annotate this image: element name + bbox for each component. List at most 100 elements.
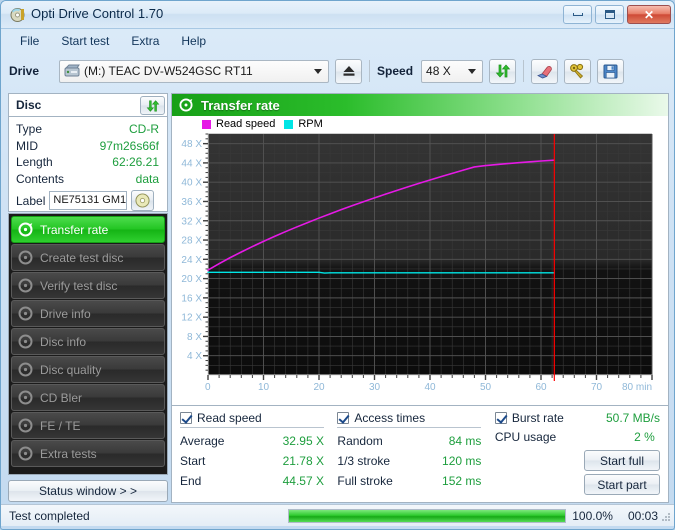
chevron-down-icon[interactable]: [464, 61, 480, 82]
svg-text:4 X: 4 X: [187, 351, 202, 362]
sidebar-item-label: Disc quality: [40, 362, 102, 377]
disc-panel-header: Disc: [8, 93, 168, 117]
progress-percent: 100.0%: [572, 508, 613, 523]
minimize-button[interactable]: [563, 5, 592, 24]
save-button[interactable]: [597, 58, 625, 84]
eraser-icon: [536, 64, 553, 79]
speed-value: 48 X: [426, 64, 451, 78]
end-label: End: [180, 474, 202, 488]
menu-item-help[interactable]: Help: [172, 31, 215, 51]
disc-type-value: CD-R: [129, 122, 159, 136]
eject-button[interactable]: [335, 58, 363, 84]
refresh-icon: [495, 63, 511, 79]
status-message: Test completed: [9, 508, 90, 523]
svg-text:20 X: 20 X: [181, 274, 202, 285]
start-part-button[interactable]: Start part: [584, 474, 660, 495]
refresh-speed-button[interactable]: [489, 58, 517, 84]
status-bar: Test completed 100.0% 00:03: [1, 504, 674, 526]
cpu-usage-label: CPU usage: [494, 430, 557, 444]
drive-label: Drive: [9, 64, 40, 78]
disc-refresh-button[interactable]: [140, 96, 165, 115]
access-times-header: Access times: [337, 411, 494, 425]
resize-grip-icon[interactable]: [660, 511, 672, 523]
chevron-down-icon[interactable]: [310, 61, 326, 82]
sidebar-item-verify-test-disc[interactable]: Verify test disc: [11, 272, 165, 299]
cd-icon: [135, 193, 150, 208]
chart-header: Transfer rate: [172, 94, 668, 116]
menu-item-file[interactable]: File: [11, 31, 48, 51]
close-button[interactable]: ✕: [627, 5, 671, 24]
menu-item-extra[interactable]: Extra: [122, 31, 168, 51]
result-row-average: Average 32.95 X: [180, 431, 324, 451]
disc-label-button[interactable]: [131, 190, 155, 211]
drive-value: (M:) TEAC DV-W524GSC RT11: [84, 64, 253, 78]
refresh-icon: [146, 99, 160, 113]
svg-text:20: 20: [313, 382, 325, 393]
svg-text:36 X: 36 X: [181, 197, 202, 208]
divider: [337, 427, 482, 428]
burst-rate-checkbox[interactable]: [494, 412, 507, 424]
chart-panel: Transfer rate Read speed RPM 4 X 8 X 12 X 1…: [171, 93, 669, 405]
result-row-full-stroke: Full stroke 152 ms: [337, 471, 481, 491]
title-bar: Opti Drive Control 1.70 ✕: [1, 1, 674, 29]
drive-icon: [64, 64, 80, 78]
close-icon: ✕: [643, 7, 655, 22]
disc-info-panel: Type CD-R MID 97m26s66f Length 62:26.21 …: [8, 117, 168, 212]
window-controls: ✕: [563, 5, 671, 24]
svg-text:80 min: 80 min: [622, 382, 652, 393]
read-speed-checkbox[interactable]: [180, 412, 192, 424]
start-value: 21.78 X: [282, 454, 324, 468]
disc-test-icon: [18, 222, 33, 237]
speed-select[interactable]: 48 X: [421, 59, 484, 83]
disc-mid-value: 97m26s66f: [99, 138, 159, 153]
tools-button[interactable]: [564, 58, 592, 84]
disc-panel-title: Disc: [16, 98, 42, 112]
sidebar-item-create-test-disc[interactable]: Create test disc: [11, 244, 165, 271]
sidebar-item-label: CD Bler: [40, 390, 83, 405]
sidebar-item-label: Verify test disc: [40, 278, 118, 293]
drive-info-icon: [18, 306, 33, 321]
eject-icon: [342, 65, 356, 77]
plot-area[interactable]: Read speed RPM 4 X 8 X 12 X 16 X 20 X 24 X 28 …: [172, 116, 668, 405]
svg-text:44 X: 44 X: [181, 158, 202, 169]
sidebar-item-disc-quality[interactable]: Disc quality: [11, 356, 165, 383]
result-row-start: Start 21.78 X: [180, 451, 324, 471]
sidebar-item-label: FE / TE: [40, 418, 81, 433]
cd-bler-icon: [18, 390, 33, 405]
burst-rate-header: Burst rate 50.7 MB/s: [494, 411, 660, 425]
chart-title: Transfer rate: [201, 97, 280, 113]
sidebar-item-disc-info[interactable]: Disc info: [11, 328, 165, 355]
maximize-button[interactable]: [595, 5, 624, 24]
svg-text:50: 50: [480, 382, 492, 393]
sidebar-item-fe-te[interactable]: FE / TE: [11, 412, 165, 439]
sidebar-item-drive-info[interactable]: Drive info: [11, 300, 165, 327]
start-full-button[interactable]: Start full: [584, 450, 660, 471]
transfer-rate-chart: 4 X 8 X 12 X 16 X 20 X 24 X 28 X 32 X 36 X 40 X 44…: [181, 133, 653, 393]
menu-bar: File Start test Extra Help: [1, 29, 674, 52]
tools-icon: [569, 63, 586, 79]
sidebar-item-cd-bler[interactable]: CD Bler: [11, 384, 165, 411]
disc-type-label: Type: [16, 122, 43, 136]
erase-button[interactable]: [531, 58, 559, 84]
end-value: 44.57 X: [282, 474, 324, 488]
disc-label-input[interactable]: NE75131 GM1: [49, 191, 128, 210]
menu-item-start-test[interactable]: Start test: [52, 31, 118, 51]
disc-test-icon: [179, 98, 193, 112]
full-stroke-label: Full stroke: [337, 474, 393, 488]
access-times-label: Access times: [354, 411, 426, 425]
svg-text:70: 70: [591, 382, 603, 393]
drive-select[interactable]: (M:) TEAC DV-W524GSC RT11: [59, 59, 330, 83]
results-access-times: Access times Random 84 ms 1/3 stroke 120…: [337, 411, 494, 502]
access-times-checkbox[interactable]: [337, 412, 350, 424]
sidebar-item-label: Transfer rate: [40, 222, 109, 237]
average-label: Average: [180, 434, 225, 448]
sidebar-item-extra-tests[interactable]: Extra tests: [11, 440, 165, 467]
extra-tests-icon: [18, 446, 33, 461]
result-row-end: End 44.57 X: [180, 471, 324, 491]
disc-mid-label: MID: [16, 138, 38, 153]
svg-text:28 X: 28 X: [181, 236, 202, 247]
speed-label: Speed: [377, 64, 414, 78]
sidebar-item-transfer-rate[interactable]: Transfer rate: [11, 216, 165, 243]
status-window-button[interactable]: Status window > >: [8, 480, 168, 502]
legend-label-read-speed: Read speed: [216, 118, 276, 130]
